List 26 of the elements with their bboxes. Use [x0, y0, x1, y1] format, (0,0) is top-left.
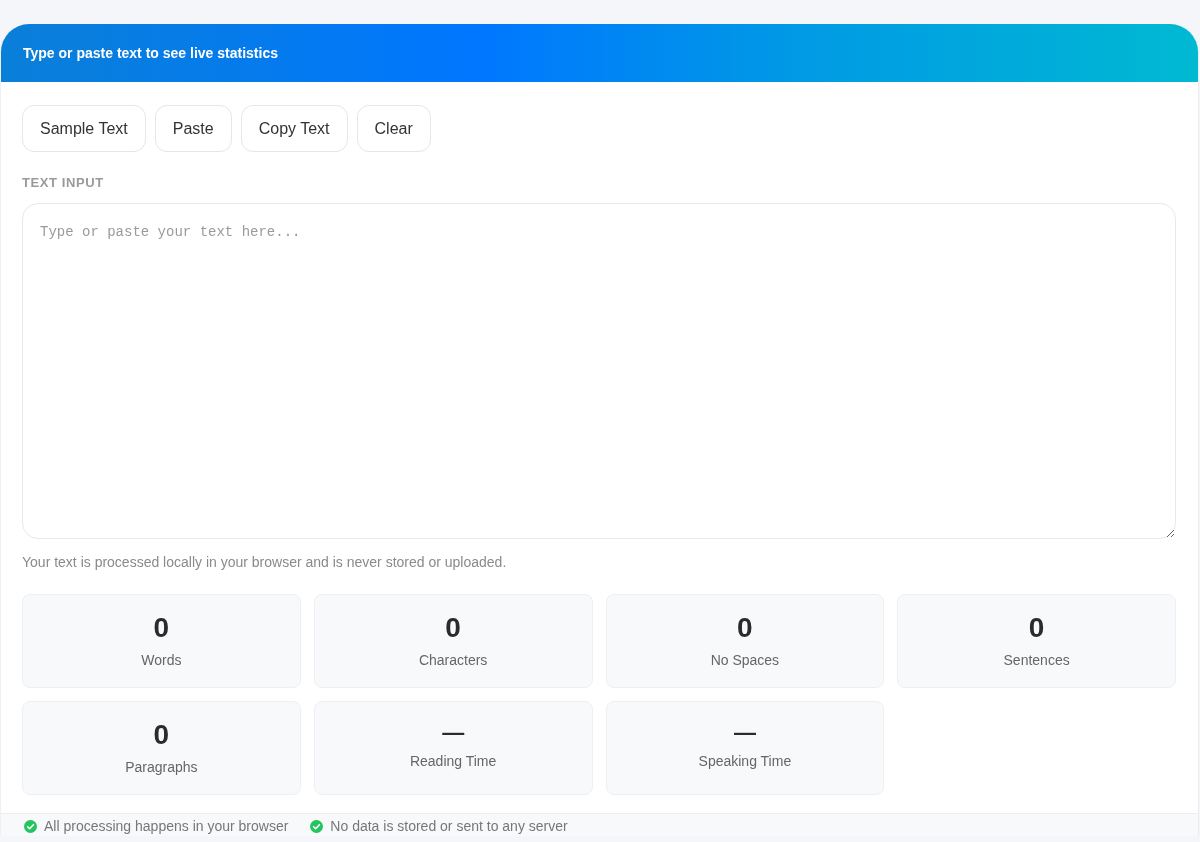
stat-value: 0 — [445, 611, 461, 645]
toolbar-button[interactable]: Copy Text — [240, 105, 348, 152]
stat-label: Reading Time — [409, 752, 497, 770]
text-input-field[interactable]: Type or paste your text here... — [22, 203, 1176, 539]
stat-value: 0 — [153, 718, 170, 752]
stat-label: Words — [141, 651, 182, 669]
footer-note: No data is stored or sent to any server — [330, 817, 568, 835]
toolbar-button[interactable]: Paste — [154, 105, 232, 152]
toolbar-button[interactable]: Sample Text — [22, 105, 146, 152]
stat-value: — — [442, 720, 465, 746]
stat-label: Characters — [418, 651, 488, 669]
stat-label: Sentences — [1003, 651, 1070, 669]
header-subtitle: Type or paste text to see live statistics — [23, 45, 278, 61]
footer-note: All processing happens in your browser — [44, 817, 289, 835]
stat-value: 0 — [737, 611, 753, 645]
check-icon — [24, 819, 37, 833]
stat-label: Speaking Time — [698, 752, 792, 770]
stat-label: Paragraphs — [125, 758, 198, 776]
stat-value: — — [733, 720, 756, 746]
stat-value: 0 — [1028, 611, 1045, 645]
toolbar-button[interactable]: Clear — [356, 105, 431, 152]
stat-label: No Spaces — [710, 651, 780, 669]
privacy-note: Your text is processed locally in your browser and is never stored or uploaded. — [22, 553, 508, 572]
section-label: TEXT INPUT — [22, 175, 105, 191]
stat-value: 0 — [153, 611, 170, 645]
check-icon — [310, 819, 324, 833]
